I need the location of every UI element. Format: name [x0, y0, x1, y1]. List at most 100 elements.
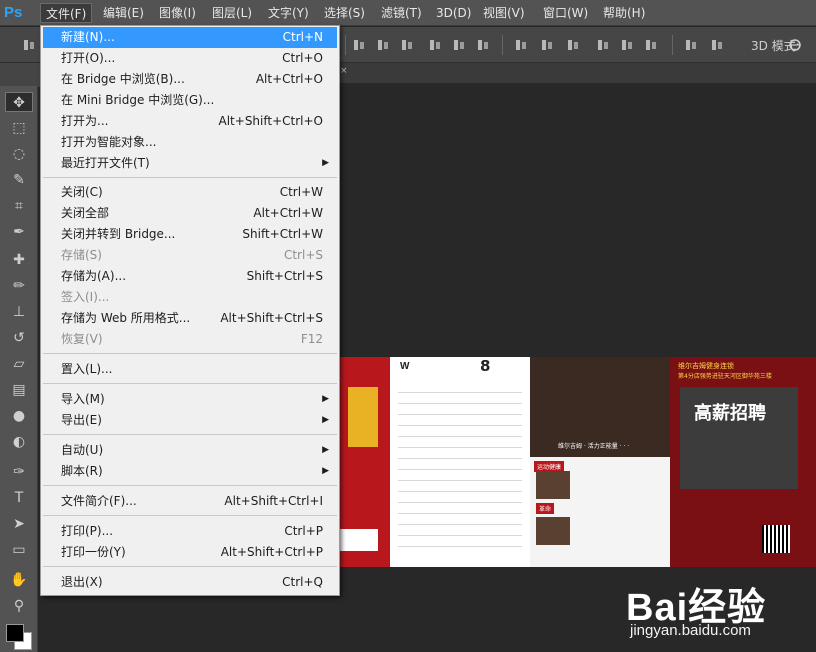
menu-file[interactable]: 文件(F)	[40, 3, 93, 23]
submenu-arrow-icon: ▶	[322, 466, 329, 476]
distribute-right-icon[interactable]	[644, 38, 658, 52]
menu-filter[interactable]: 滤镜(T)	[376, 3, 427, 23]
toolbox: ✥ ⬚ ◌ ✎ ⌗ ✒ ✚ ✏ ⊥ ↺ ▱ ▤ ● ◐ ✑ T ➤ ▭ ✋ ⚲	[0, 86, 38, 652]
flyer-panel-hiring: 维尔吉姆健身连锁 第4分店强势进驻天河区御华苑三楼 高薪招聘	[670, 357, 816, 567]
menu-item-place[interactable]: 置入(L)...	[43, 359, 337, 380]
menu-separator	[43, 485, 337, 486]
menu-item-file-info[interactable]: 文件简介(F)... Alt+Shift+Ctrl+I	[43, 491, 337, 512]
menu-item-print-one-copy[interactable]: 打印一份(Y) Alt+Shift+Ctrl+P	[43, 542, 337, 563]
menu-item-close[interactable]: 关闭(C) Ctrl+W	[43, 182, 337, 203]
dodge-tool-icon[interactable]: ◐	[5, 432, 33, 452]
menu-item-save-as[interactable]: 存储为(A)... Shift+Ctrl+S	[43, 266, 337, 287]
menu-3d[interactable]: 3D(D)	[431, 3, 476, 23]
menu-item-save-for-web[interactable]: 存储为 Web 所用格式... Alt+Shift+Ctrl+S	[43, 308, 337, 329]
menu-item-export[interactable]: 导出(E) ▶	[43, 410, 337, 431]
menu-item-exit[interactable]: 退出(X) Ctrl+Q	[43, 572, 337, 593]
options-separator	[502, 35, 503, 55]
auto-align-icon[interactable]	[684, 38, 698, 52]
marquee-tool-icon[interactable]: ⬚	[5, 118, 33, 138]
flyer-panel-schedule: W 8	[390, 357, 530, 567]
healing-brush-tool-icon[interactable]: ✚	[5, 250, 33, 270]
align-right-icon[interactable]	[476, 38, 490, 52]
eyedropper-tool-icon[interactable]: ✒	[5, 222, 33, 242]
menu-item-close-all[interactable]: 关闭全部 Alt+Ctrl+W	[43, 203, 337, 224]
watermark-url: jingyan.baidu.com	[630, 622, 751, 639]
flyer-panel-red	[340, 357, 390, 567]
menu-item-browse-bridge[interactable]: 在 Bridge 中浏览(B)... Alt+Ctrl+O	[43, 69, 337, 90]
photoshop-logo: Ps	[4, 4, 23, 21]
menu-item-browse-mini-bridge[interactable]: 在 Mini Bridge 中浏览(G)...	[43, 90, 337, 111]
menu-item-new[interactable]: 新建(N)... Ctrl+N	[43, 27, 337, 48]
menu-item-recent-files[interactable]: 最近打开文件(T) ▶	[43, 153, 337, 174]
distribute-vcenter-icon[interactable]	[540, 38, 554, 52]
menu-window[interactable]: 窗口(W)	[538, 3, 593, 23]
shape-tool-icon[interactable]: ▭	[5, 540, 33, 560]
align-vcenter-icon[interactable]	[376, 38, 390, 52]
quick-select-tool-icon[interactable]: ✎	[5, 170, 33, 190]
3d-rotate-icon[interactable]	[787, 37, 803, 53]
menu-select[interactable]: 选择(S)	[319, 3, 370, 23]
align-left-icon[interactable]	[428, 38, 442, 52]
qr-code	[762, 525, 790, 553]
menu-item-open-as[interactable]: 打开为... Alt+Shift+Ctrl+O	[43, 111, 337, 132]
zoom-tool-icon[interactable]: ⚲	[5, 596, 33, 616]
pen-tool-icon[interactable]: ✑	[5, 462, 33, 482]
options-separator	[672, 35, 673, 55]
path-select-tool-icon[interactable]: ➤	[5, 514, 33, 534]
menu-type[interactable]: 文字(Y)	[263, 3, 314, 23]
distribute-top-icon[interactable]	[514, 38, 528, 52]
hand-tool-icon[interactable]: ✋	[5, 570, 33, 590]
menu-image[interactable]: 图像(I)	[154, 3, 201, 23]
submenu-arrow-icon: ▶	[322, 445, 329, 455]
menu-item-check-in: 签入(I)...	[61, 290, 110, 304]
menu-separator	[43, 515, 337, 516]
menu-item-automate[interactable]: 自动(U) ▶	[43, 440, 337, 461]
menu-item-close-goto-bridge[interactable]: 关闭并转到 Bridge... Shift+Ctrl+W	[43, 224, 337, 245]
menu-bar: Ps 文件(F) 编辑(E) 图像(I) 图层(L) 文字(Y) 选择(S) 滤…	[0, 0, 816, 26]
type-tool-icon[interactable]: T	[5, 488, 33, 508]
blur-tool-icon[interactable]: ●	[5, 406, 33, 426]
submenu-arrow-icon: ▶	[322, 394, 329, 404]
brush-tool-icon[interactable]: ✏	[5, 276, 33, 296]
menu-item-print[interactable]: 打印(P)... Ctrl+P	[43, 521, 337, 542]
document-image: W 8 维尔吉姆 · 活力正能量 · · · 运动健康 革命 维尔吉姆健身连锁 …	[340, 357, 816, 567]
align-bottom-icon[interactable]	[400, 38, 414, 52]
menu-layer[interactable]: 图层(L)	[207, 3, 257, 23]
eraser-tool-icon[interactable]: ▱	[5, 354, 33, 374]
menu-separator	[43, 566, 337, 567]
align-top-icon[interactable]	[352, 38, 366, 52]
foreground-color-swatch[interactable]	[6, 624, 24, 642]
distribute-bottom-icon[interactable]	[566, 38, 580, 52]
clone-stamp-tool-icon[interactable]: ⊥	[5, 302, 33, 322]
menu-item-import[interactable]: 导入(M) ▶	[43, 389, 337, 410]
lasso-tool-icon[interactable]: ◌	[5, 144, 33, 164]
menu-help[interactable]: 帮助(H)	[598, 3, 650, 23]
distribute-left-icon[interactable]	[596, 38, 610, 52]
align-hcenter-icon[interactable]	[452, 38, 466, 52]
menu-separator	[43, 434, 337, 435]
schedule-number: 8	[480, 357, 491, 375]
history-brush-tool-icon[interactable]: ↺	[5, 328, 33, 348]
menu-item-open[interactable]: 打开(O)... Ctrl+O	[43, 48, 337, 69]
hiring-title: 高薪招聘	[694, 403, 766, 424]
gradient-tool-icon[interactable]: ▤	[5, 380, 33, 400]
flyer-panel-team: 维尔吉姆 · 活力正能量 · · · 运动健康 革命	[530, 357, 670, 567]
move-tool-icon[interactable]: ✥	[5, 92, 33, 112]
menu-item-scripts[interactable]: 脚本(R) ▶	[43, 461, 337, 482]
submenu-arrow-icon: ▶	[322, 158, 329, 168]
file-menu-dropdown: 新建(N)... Ctrl+N 打开(O)... Ctrl+O 在 Bridge 中…	[40, 25, 340, 596]
class-schedule-table	[398, 387, 522, 547]
arrange-icon[interactable]	[710, 38, 724, 52]
options-separator	[345, 35, 346, 55]
menu-separator	[43, 383, 337, 384]
move-options-icon[interactable]	[22, 38, 36, 52]
crop-tool-icon[interactable]: ⌗	[5, 196, 33, 216]
menu-item-save: 存储(S) Ctrl+S	[61, 248, 323, 262]
tab-close-icon[interactable]: ×	[340, 66, 350, 78]
submenu-arrow-icon: ▶	[322, 415, 329, 425]
toolbox-header	[0, 63, 40, 87]
menu-edit[interactable]: 编辑(E)	[98, 3, 149, 23]
distribute-hcenter-icon[interactable]	[620, 38, 634, 52]
menu-item-open-smart-object[interactable]: 打开为智能对象...	[43, 132, 337, 153]
menu-view[interactable]: 视图(V)	[478, 3, 530, 23]
